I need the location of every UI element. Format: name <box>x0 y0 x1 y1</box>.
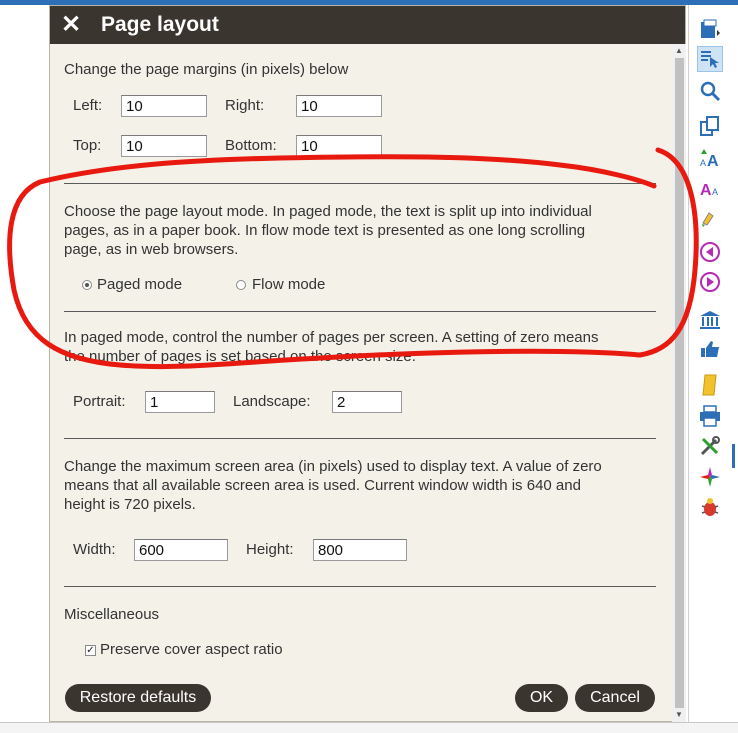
cancel-button[interactable]: Cancel <box>575 684 655 712</box>
left-label: Left: <box>73 97 103 114</box>
bookmark-icon[interactable] <box>697 372 723 398</box>
screen-area-text-line2: means that all available screen area is … <box>64 477 581 494</box>
landscape-input[interactable] <box>332 391 402 413</box>
section-divider <box>64 183 656 184</box>
section-divider <box>64 438 656 439</box>
svg-text:A: A <box>700 182 712 198</box>
layout-mode-text-line2: pages, as in a paper book. In flow mode … <box>64 222 586 239</box>
paged-mode-label[interactable]: Paged mode <box>97 275 182 294</box>
layout-mode-text-line1: Choose the page layout mode. In paged mo… <box>64 203 592 220</box>
screen-area-text-line1: Change the maximum screen area (in pixel… <box>64 458 602 475</box>
landscape-label: Landscape: <box>233 393 311 410</box>
portrait-label: Portrait: <box>73 393 126 410</box>
search-icon[interactable] <box>697 78 723 104</box>
width-input[interactable] <box>134 539 228 561</box>
svg-text:A: A <box>712 187 718 197</box>
bottom-margin-input[interactable] <box>296 135 382 157</box>
close-icon[interactable]: ✕ <box>61 11 81 39</box>
print-icon[interactable] <box>697 403 723 429</box>
open-book-icon[interactable] <box>697 17 723 43</box>
ok-button[interactable]: OK <box>515 684 568 712</box>
height-input[interactable] <box>313 539 407 561</box>
top-label: Top: <box>73 137 102 154</box>
section-divider <box>64 311 656 312</box>
font-smaller-icon[interactable]: AA <box>697 173 723 199</box>
background-status-strip <box>0 722 738 733</box>
section-divider <box>64 586 656 587</box>
svg-text:A: A <box>707 153 719 169</box>
right-toolbar: AA AA <box>688 5 732 722</box>
layout-mode-text-line3: page, as in web browsers. <box>64 241 239 258</box>
scroll-up-icon[interactable]: ▲ <box>675 47 683 55</box>
svg-text:A: A <box>700 158 706 168</box>
select-pointer-icon[interactable] <box>697 46 723 72</box>
copy-icon[interactable] <box>697 113 723 139</box>
dialog-title: Page layout <box>101 13 219 36</box>
thumbs-up-icon[interactable] <box>697 336 723 362</box>
margins-intro: Change the page margins (in pixels) belo… <box>64 61 349 78</box>
height-label: Height: <box>246 541 294 558</box>
bottom-label: Bottom: <box>225 137 277 154</box>
top-margin-input[interactable] <box>121 135 207 157</box>
width-label: Width: <box>73 541 116 558</box>
next-icon[interactable] <box>697 269 723 295</box>
right-margin-input[interactable] <box>296 95 382 117</box>
dialog-titlebar: ✕ Page layout <box>50 6 685 44</box>
screen-area-text-line3: height is 720 pixels. <box>64 496 196 513</box>
page-layout-dialog: ✕ Page layout Change the page margins (i… <box>49 5 686 722</box>
misc-heading: Miscellaneous <box>64 606 160 623</box>
pages-per-screen-text-line2: the number of pages is set based on the … <box>64 348 416 365</box>
scroll-down-icon[interactable]: ▼ <box>675 711 683 719</box>
flow-mode-label[interactable]: Flow mode <box>252 275 325 294</box>
scrollbar-thumb[interactable] <box>675 58 684 708</box>
plugins-icon[interactable] <box>697 464 723 490</box>
dialog-scrollbar[interactable]: ▲ ▼ <box>672 44 686 722</box>
bug-icon[interactable] <box>697 494 723 520</box>
preserve-cover-checkbox[interactable]: ✓ <box>85 645 96 656</box>
font-larger-icon[interactable]: AA <box>697 144 723 170</box>
library-icon[interactable] <box>697 307 723 333</box>
portrait-input[interactable] <box>145 391 215 413</box>
paged-mode-radio[interactable] <box>82 280 92 290</box>
previous-icon[interactable] <box>697 239 723 265</box>
preserve-cover-label[interactable]: Preserve cover aspect ratio <box>100 640 283 659</box>
settings-tools-icon[interactable] <box>697 433 723 459</box>
pages-per-screen-text-line1: In paged mode, control the number of pag… <box>64 329 599 346</box>
flow-mode-radio[interactable] <box>236 280 246 290</box>
right-label: Right: <box>225 97 265 114</box>
color-picker-icon[interactable] <box>697 203 723 229</box>
restore-defaults-button[interactable]: Restore defaults <box>65 684 211 712</box>
left-margin-input[interactable] <box>121 95 207 117</box>
